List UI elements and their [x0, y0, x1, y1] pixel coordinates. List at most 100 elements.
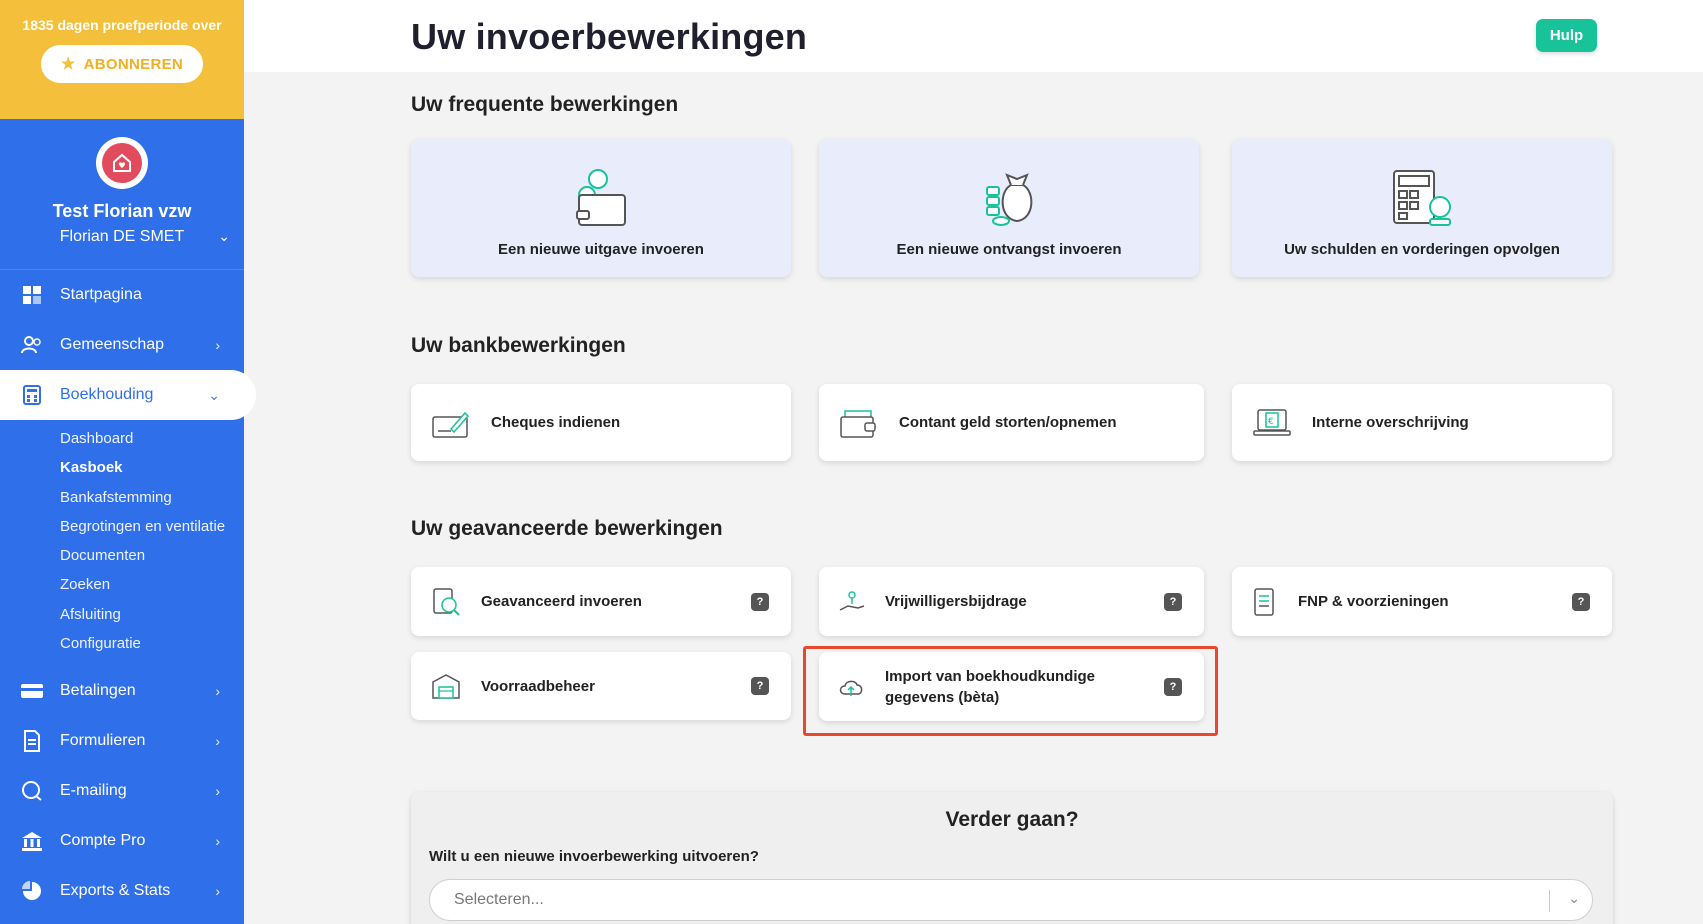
card-label: Contant geld storten/opnemen	[899, 414, 1117, 431]
org-name: Test Florian vzw	[52, 201, 192, 221]
volunteer-contribution-card[interactable]: Vrijwilligersbijdrage ?	[819, 567, 1204, 636]
pie-chart-icon	[20, 879, 44, 903]
inventory-card[interactable]: Voorraadbeheer ?	[411, 652, 791, 720]
subnav-item-kasboek[interactable]: Kasboek	[60, 453, 244, 482]
card-label: FNP & voorzieningen	[1298, 593, 1449, 610]
fnp-card[interactable]: FNP & voorzieningen ?	[1232, 567, 1612, 636]
hand-plant-icon	[837, 582, 867, 622]
avatar	[96, 137, 148, 189]
help-badge-icon[interactable]: ?	[751, 592, 769, 611]
nav-label: Compte Pro	[60, 832, 146, 850]
new-expense-card[interactable]: Een nieuwe uitgave invoeren	[411, 139, 791, 277]
further-panel: Verder gaan? Wilt u een nieuwe invoerbew…	[411, 792, 1613, 924]
cash-card[interactable]: Contant geld storten/opnemen	[819, 384, 1204, 461]
advanced-entry-card[interactable]: Geavanceerd invoeren ?	[411, 567, 791, 636]
subnav-item-documenten[interactable]: Documenten	[60, 541, 244, 570]
nav-item-comptepro[interactable]: Compte Pro ›	[0, 816, 244, 866]
nav-label: Formulieren	[60, 732, 146, 750]
nav-item-formulieren[interactable]: Formulieren ›	[0, 716, 244, 766]
card-label: Import van boekhoudkundige gegevens (bèta…	[885, 666, 1095, 708]
help-badge-icon[interactable]: ?	[751, 677, 769, 695]
heart-house-icon	[102, 143, 142, 183]
calculator-icon	[20, 383, 44, 407]
nav-item-exports[interactable]: Exports & Stats ›	[0, 866, 244, 916]
trial-banner: 1835 dagen proefperiode over ★ ABONNEREN	[0, 0, 244, 119]
internal-transfer-card[interactable]: € Interne overschrijving	[1232, 384, 1612, 461]
card-label: Vrijwilligersbijdrage	[885, 593, 1027, 610]
help-badge-icon[interactable]: ?	[1164, 677, 1182, 696]
nav-label: Betalingen	[60, 682, 136, 700]
further-title: Verder gaan?	[945, 808, 1079, 831]
chevron-down-icon: ⌄	[218, 228, 230, 244]
cloud-upload-icon	[837, 667, 867, 707]
card-label-line1: Import van boekhoudkundige	[885, 667, 1096, 685]
chevron-right-icon: ›	[215, 833, 220, 850]
chevron-down-icon: ⌄	[208, 386, 220, 403]
cash-wallet-icon	[837, 403, 881, 443]
card-label: Een nieuwe uitgave invoeren	[498, 241, 704, 258]
help-badge-icon[interactable]: ?	[1164, 592, 1182, 611]
chevron-right-icon: ›	[215, 783, 220, 800]
further-question: Wilt u een nieuwe invoerbewerking uitvoe…	[429, 848, 759, 865]
card-label: Een nieuwe ontvangst invoeren	[896, 241, 1122, 258]
nav-label: E-mailing	[60, 782, 127, 800]
chevron-right-icon: ›	[215, 883, 220, 900]
trial-text: 1835 dagen proefperiode over	[22, 17, 222, 33]
document-icon	[20, 729, 44, 753]
nav-label: Boekhouding	[60, 386, 154, 403]
card-label: Geavanceerd invoeren	[481, 593, 642, 610]
section-title-advanced: Uw geavanceerde bewerkingen	[411, 517, 723, 540]
warehouse-icon	[429, 666, 463, 706]
card-label: Uw schulden en vorderingen opvolgen	[1284, 241, 1560, 258]
nav-item-betalingen[interactable]: Betalingen ›	[0, 666, 244, 716]
operation-select[interactable]: Selecteren... ⌄	[429, 879, 1593, 921]
document-search-icon	[429, 582, 463, 622]
chevron-right-icon: ›	[215, 683, 220, 700]
subnav-item-begrotingen[interactable]: Begrotingen en ventilatie	[60, 512, 244, 541]
sidebar: 1835 dagen proefperiode over ★ ABONNEREN…	[0, 0, 256, 924]
nav-item-boekhouding[interactable]: Boekhouding ⌄	[0, 370, 256, 420]
chevron-right-icon: ›	[215, 337, 220, 353]
cheque-icon	[429, 403, 473, 443]
section-title-frequent: Uw frequente bewerkingen	[411, 93, 679, 116]
card-label: Voorraadbeheer	[481, 677, 595, 695]
import-accounting-data-card[interactable]: Import van boekhoudkundige gegevens (bèta…	[819, 652, 1204, 721]
boekhouding-subnav: Dashboard Kasboek Bankafstemming Begroti…	[0, 420, 244, 666]
dashboard-icon	[20, 283, 44, 307]
new-income-card[interactable]: Een nieuwe ontvangst invoeren	[819, 139, 1199, 277]
card-label: Interne overschrijving	[1312, 414, 1469, 431]
debts-card[interactable]: Uw schulden en vorderingen opvolgen	[1232, 139, 1612, 277]
main-nav: Startpagina Gemeenschap › Boekhouding ⌄ …	[0, 270, 256, 916]
nav-label: Exports & Stats	[60, 882, 171, 900]
help-badge-icon[interactable]: ?	[1572, 592, 1590, 611]
subnav-item-afsluiting[interactable]: Afsluiting	[60, 600, 244, 629]
chevron-right-icon: ›	[215, 733, 220, 750]
calculator-coin-icon	[1232, 163, 1612, 235]
card-label: Cheques indienen	[491, 414, 621, 431]
nav-item-emailing[interactable]: E-mailing ›	[0, 766, 244, 816]
subscribe-button[interactable]: ★ ABONNEREN	[40, 45, 204, 83]
user-name: Florian DE SMET	[59, 228, 185, 245]
users-icon	[20, 333, 44, 357]
user-selector[interactable]: Florian DE SMET ⌄	[0, 228, 244, 246]
cheques-card[interactable]: Cheques indienen	[411, 384, 791, 461]
profile-block[interactable]: Test Florian vzw Florian DE SMET ⌄	[0, 119, 244, 270]
subnav-item-configuratie[interactable]: Configuratie	[60, 629, 244, 658]
chat-icon	[20, 779, 44, 803]
card-label-line2: gegevens (bèta)	[885, 688, 1000, 706]
subnav-item-zoeken[interactable]: Zoeken	[60, 570, 244, 599]
section-title-bank: Uw bankbewerkingen	[411, 334, 626, 357]
laptop-euro-icon: €	[1250, 403, 1294, 443]
select-separator	[1549, 890, 1550, 912]
nav-item-gemeenschap[interactable]: Gemeenschap ›	[0, 320, 244, 370]
credit-card-icon	[20, 679, 44, 703]
money-bag-icon	[819, 163, 1199, 235]
subscribe-label: ABONNEREN	[83, 55, 184, 73]
page-title: Uw invoerbewerkingen	[411, 16, 808, 57]
subnav-item-dashboard[interactable]: Dashboard	[60, 424, 244, 453]
nav-item-startpagina[interactable]: Startpagina	[0, 270, 244, 320]
subnav-item-bankafstemming[interactable]: Bankafstemming	[60, 483, 244, 512]
wallet-coin-icon	[411, 163, 791, 235]
select-placeholder: Selecteren...	[454, 891, 544, 908]
help-button[interactable]: Hulp	[1536, 19, 1597, 52]
